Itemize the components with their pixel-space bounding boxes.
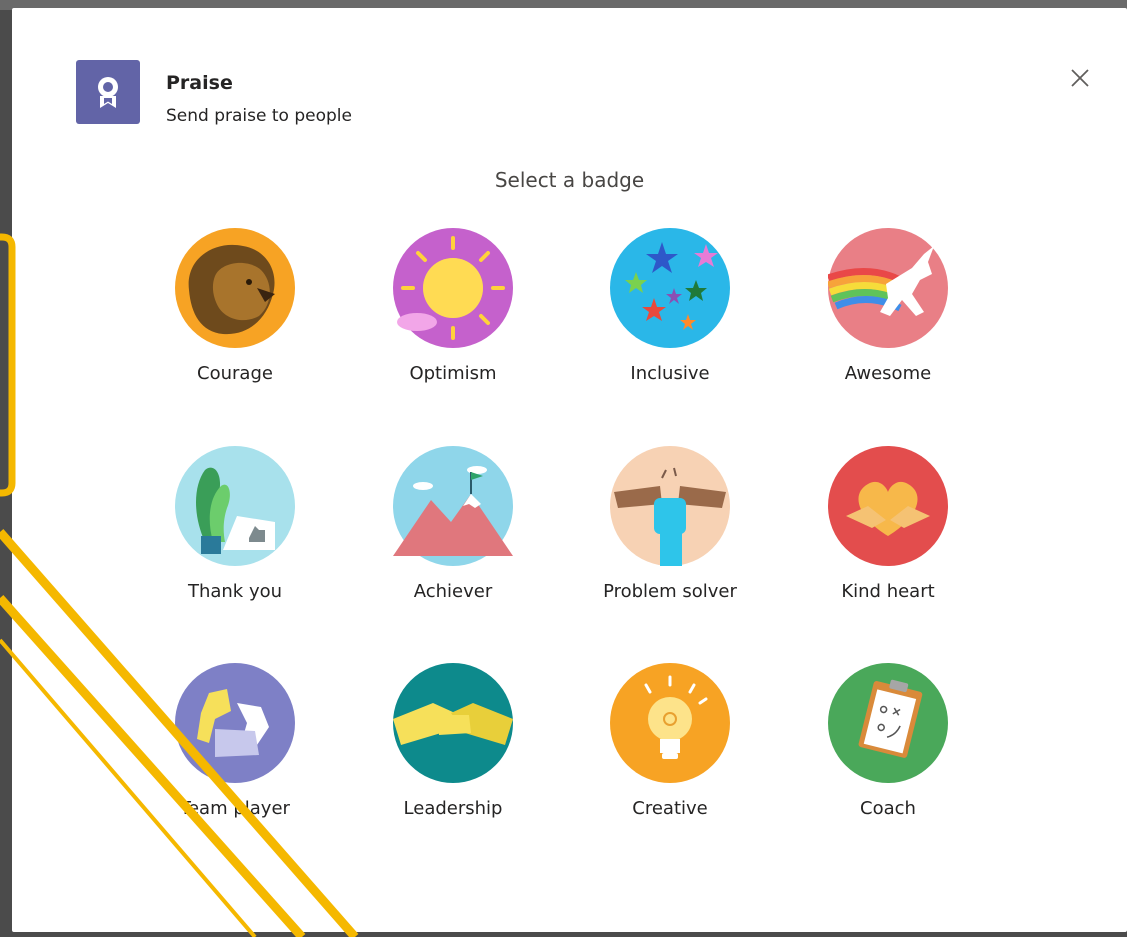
badge-label: Optimism	[409, 363, 497, 384]
badge-problem-solver[interactable]: Problem solver	[565, 446, 775, 656]
badge-coach[interactable]: Coach	[783, 663, 993, 873]
badge-label: Team player	[180, 798, 290, 819]
team-fists-icon	[175, 663, 295, 783]
badge-courage[interactable]: Courage	[130, 228, 340, 438]
heart-hands-icon	[828, 446, 948, 566]
close-button[interactable]	[1066, 64, 1094, 92]
badge-team-player[interactable]: Team player	[130, 663, 340, 873]
clipboard-plan-icon	[828, 663, 948, 783]
badge-label: Achiever	[413, 581, 493, 602]
unicorn-icon	[828, 228, 948, 348]
award-ribbon-icon	[76, 60, 140, 124]
badge-label: Inclusive	[630, 363, 710, 384]
lightbulb-icon	[610, 663, 730, 783]
badge-leadership[interactable]: Leadership	[348, 663, 558, 873]
praise-dialog: Praise Send praise to people Select a ba…	[12, 8, 1127, 932]
badge-kind-heart[interactable]: Kind heart	[783, 446, 993, 656]
raised-fist-icon	[610, 446, 730, 566]
badge-creative[interactable]: Creative	[565, 663, 775, 873]
badge-label: Awesome	[844, 363, 932, 384]
close-icon	[1071, 69, 1089, 87]
badge-thank-you[interactable]: Thank you	[130, 446, 340, 656]
badge-achiever[interactable]: Achiever	[348, 446, 558, 656]
badge-inclusive[interactable]: Inclusive	[565, 228, 775, 438]
badge-label: Problem solver	[603, 581, 737, 602]
annotation-callout-box	[0, 233, 16, 497]
badge-label: Kind heart	[841, 581, 935, 602]
badge-label: Coach	[860, 798, 916, 819]
badge-label: Creative	[632, 798, 708, 819]
badge-optimism[interactable]: Optimism	[348, 228, 558, 438]
badge-label: Leadership	[403, 798, 503, 819]
lion-icon	[175, 228, 295, 348]
dialog-title: Praise	[166, 72, 233, 94]
mountain-flag-icon	[393, 446, 513, 566]
dialog-subtitle: Send praise to people	[166, 106, 352, 126]
sun-icon	[393, 228, 513, 348]
thank-you-card-icon	[175, 446, 295, 566]
select-badge-prompt: Select a badge	[494, 168, 645, 192]
badge-label: Thank you	[187, 581, 283, 602]
stars-icon	[610, 228, 730, 348]
badge-awesome[interactable]: Awesome	[783, 228, 993, 438]
badge-label: Courage	[197, 363, 273, 384]
screen: Praise Send praise to people Select a ba…	[0, 0, 1127, 937]
handshake-icon	[393, 663, 513, 783]
